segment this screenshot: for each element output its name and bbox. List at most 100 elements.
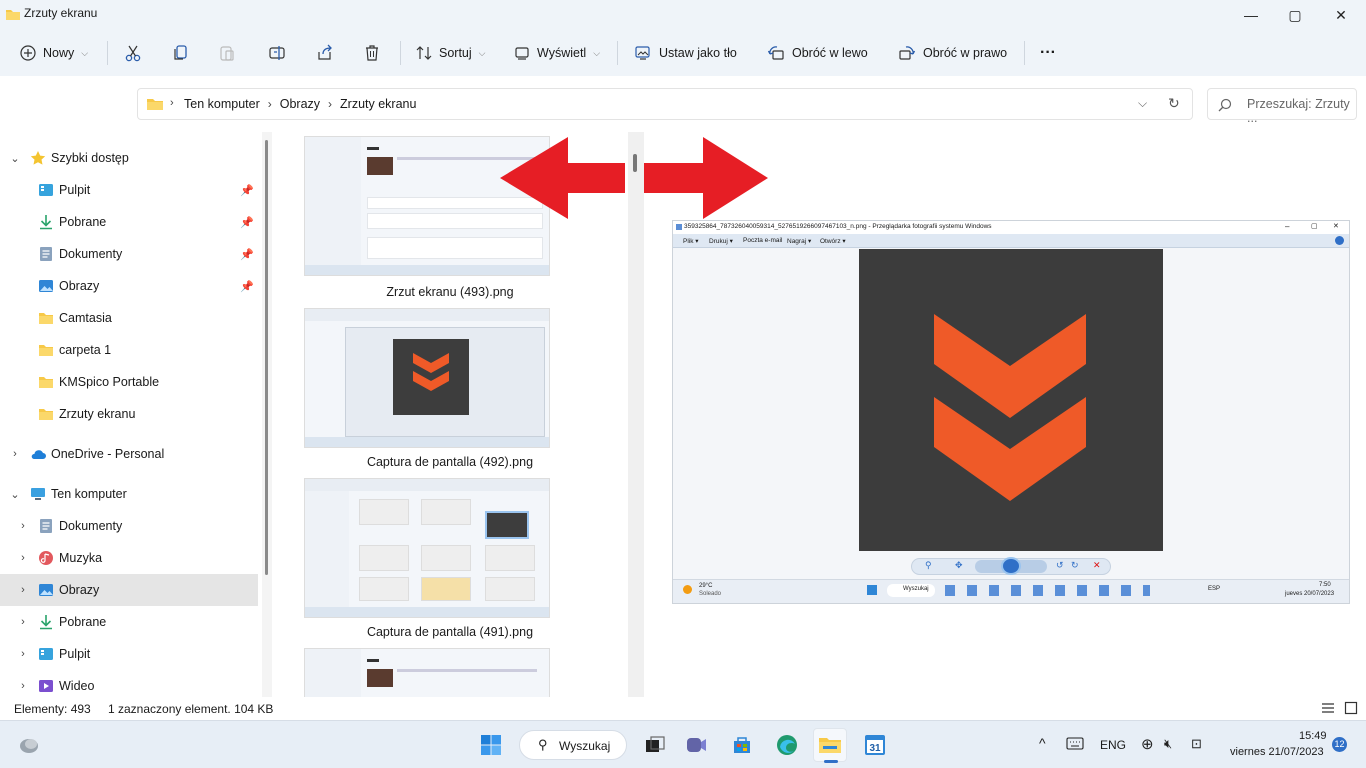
rotate-left-icon: ↺ <box>1056 560 1064 570</box>
view-button[interactable]: Wyświetl ⌵ <box>508 38 606 68</box>
svg-text:31: 31 <box>869 743 881 754</box>
edge-button[interactable] <box>770 728 804 762</box>
navigation-pane: ⌄ Szybki dostęp Pulpit 📌 Pobrane 📌 Dokum… <box>0 132 262 697</box>
folder-icon <box>819 738 841 753</box>
file-thumbnail[interactable] <box>304 308 550 448</box>
keyboard-icon[interactable] <box>1066 737 1084 751</box>
nav-quick-access[interactable]: ⌄ Szybki dostęp <box>0 142 258 174</box>
calendar-button[interactable]: 31 <box>858 728 892 762</box>
nav-pc-downloads[interactable]: › Pobrane <box>0 606 258 638</box>
nav-pc-music[interactable]: › Muzyka <box>0 542 258 574</box>
task-view-button[interactable] <box>638 728 672 762</box>
nav-onedrive[interactable]: › OneDrive - Personal <box>0 438 258 470</box>
chevron-right-icon: › <box>21 520 25 532</box>
crumb-pictures[interactable]: Obrazy <box>280 97 320 111</box>
set-background-label: Ustaw jako tło <box>659 46 737 60</box>
nav-item-pictures[interactable]: Obrazy 📌 <box>0 270 258 302</box>
file-name[interactable]: Captura de pantalla (492).png <box>272 455 628 469</box>
close-button[interactable]: ✕ <box>1318 0 1364 30</box>
viewer-minimize-icon: – <box>1285 222 1290 231</box>
teams-button[interactable] <box>680 728 714 762</box>
refresh-icon[interactable]: ↻ <box>1168 95 1180 112</box>
windows-icon <box>481 735 501 755</box>
nav-item-kmspico[interactable]: KMSpico Portable <box>0 366 258 398</box>
chevron-right-icon: › <box>21 616 25 628</box>
taskbar-search[interactable]: ⚲ Wyszukaj <box>519 730 627 760</box>
preview-splitter[interactable] <box>628 132 644 697</box>
address-bar[interactable]: › Ten komputer › Obrazy › Zrzuty ekranu … <box>137 88 1193 120</box>
nav-pc-desktop[interactable]: › Pulpit <box>0 638 258 670</box>
set-background-button[interactable]: Ustaw jako tło <box>628 38 743 68</box>
paste-button[interactable] <box>212 38 242 68</box>
copy-button[interactable] <box>166 38 196 68</box>
breadcrumb: Ten komputer › Obrazy › Zrzuty ekranu <box>184 97 416 111</box>
nav-item-documents[interactable]: Dokumenty 📌 <box>0 238 258 270</box>
chevron-logo-icon <box>934 314 1086 501</box>
details-view-icon[interactable] <box>1321 702 1335 714</box>
nav-label: Pulpit <box>59 647 91 661</box>
battery-icon[interactable]: ⊡ <box>1191 736 1202 752</box>
nav-item-camtasia[interactable]: Camtasia <box>0 302 258 334</box>
nav-label: Ten komputer <box>51 487 127 501</box>
search-input[interactable]: Przeszukaj: Zrzuty ... <box>1207 88 1357 125</box>
thumbnail-view-icon[interactable] <box>1344 701 1358 715</box>
viewer-close-icon: ✕ <box>1333 223 1339 230</box>
pin-icon: 📌 <box>240 217 254 229</box>
nav-this-pc[interactable]: ⌄ Ten komputer <box>0 478 258 510</box>
nav-pc-documents[interactable]: › Dokumenty <box>0 510 258 542</box>
taskbar-time[interactable]: 15:49 <box>1299 730 1327 742</box>
rename-button[interactable] <box>262 38 292 68</box>
clock-time: 7:50 <box>1319 582 1331 588</box>
lang-indicator: ESP <box>1208 586 1221 592</box>
toolbar-divider <box>400 41 401 65</box>
cloud-icon[interactable] <box>18 735 40 755</box>
language-indicator[interactable]: ENG <box>1100 738 1126 752</box>
notification-badge[interactable]: 12 <box>1332 737 1347 752</box>
delete-button[interactable] <box>357 38 387 68</box>
store-button[interactable] <box>725 728 759 762</box>
breadcrumb-separator: › <box>170 97 174 109</box>
chevron-up-icon[interactable]: ^ <box>1039 735 1046 751</box>
file-thumbnail[interactable] <box>304 648 550 697</box>
nav-item-downloads[interactable]: Pobrane 📌 <box>0 206 258 238</box>
nav-pc-pictures[interactable]: › Obrazy <box>0 574 258 606</box>
maximize-button[interactable]: ▢ <box>1272 0 1318 30</box>
chevron-down-icon[interactable]: ⌵ <box>1138 96 1147 111</box>
share-button[interactable] <box>310 38 340 68</box>
crumb-this-pc[interactable]: Ten komputer <box>184 97 260 111</box>
nav-item-carpeta-1[interactable]: carpeta 1 <box>0 334 258 366</box>
toolbar-divider <box>1024 41 1025 65</box>
file-name[interactable]: Zrzut ekranu (493).png <box>272 285 628 299</box>
minimize-button[interactable]: — <box>1228 0 1274 30</box>
new-button[interactable]: Nowy ⌵ <box>14 38 94 68</box>
crumb-screenshots[interactable]: Zrzuty ekranu <box>340 97 416 111</box>
rotate-left-icon <box>767 46 784 60</box>
file-explorer-button[interactable] <box>813 728 847 763</box>
zoom-icon: ⚲ <box>925 560 932 570</box>
volume-muted-icon[interactable]: 🔇︎ <box>1164 736 1172 752</box>
chevron-right-icon: › <box>21 552 25 564</box>
file-thumbnail[interactable] <box>304 478 550 618</box>
rotate-left-button[interactable]: Obróć w lewo <box>761 38 874 68</box>
more-options-button[interactable]: ··· <box>1034 38 1062 68</box>
nav-item-desktop[interactable]: Pulpit 📌 <box>0 174 258 206</box>
fit-icon: ✥ <box>955 560 963 570</box>
window-title: Zrzuty ekranu <box>24 6 98 20</box>
nav-item-screenshots[interactable]: Zrzuty ekranu <box>0 398 258 430</box>
splitter-grip[interactable] <box>633 154 637 172</box>
wallpaper-icon <box>635 46 650 60</box>
taskbar-date[interactable]: viernes 21/07/2023 <box>1230 746 1324 758</box>
desktop-icon <box>39 648 53 660</box>
start-button[interactable] <box>474 728 508 762</box>
chevron-down-icon: ⌵ <box>81 47 89 58</box>
file-name[interactable]: Captura de pantalla (491).png <box>272 625 628 639</box>
rotate-right-button[interactable]: Obróć w prawo <box>892 38 1013 68</box>
globe-icon[interactable]: ⊕ <box>1141 735 1154 753</box>
cut-button[interactable] <box>118 38 148 68</box>
nav-scrollbar-thumb[interactable] <box>265 140 268 575</box>
new-label: Nowy <box>43 46 75 60</box>
folder-icon <box>39 377 53 388</box>
sort-button[interactable]: Sortuj ⌵ <box>410 38 491 68</box>
trash-icon <box>366 45 378 61</box>
weather-desc: Soleado <box>699 591 722 597</box>
